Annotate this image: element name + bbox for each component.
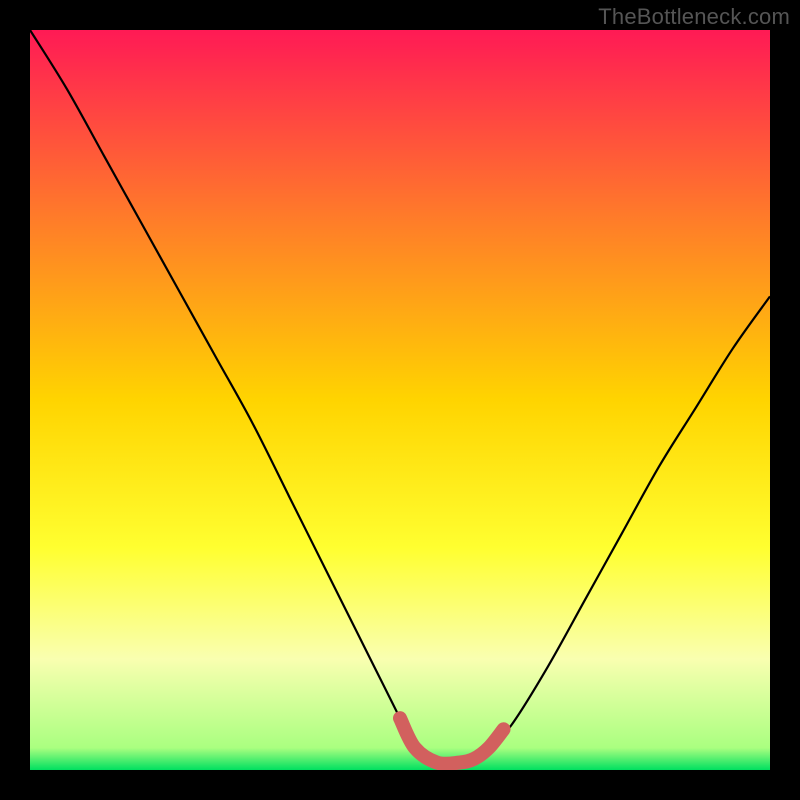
watermark-label: TheBottleneck.com xyxy=(598,4,790,30)
chart-svg xyxy=(30,30,770,770)
gradient-background xyxy=(30,30,770,770)
chart-frame: TheBottleneck.com xyxy=(0,0,800,800)
plot-area xyxy=(30,30,770,770)
